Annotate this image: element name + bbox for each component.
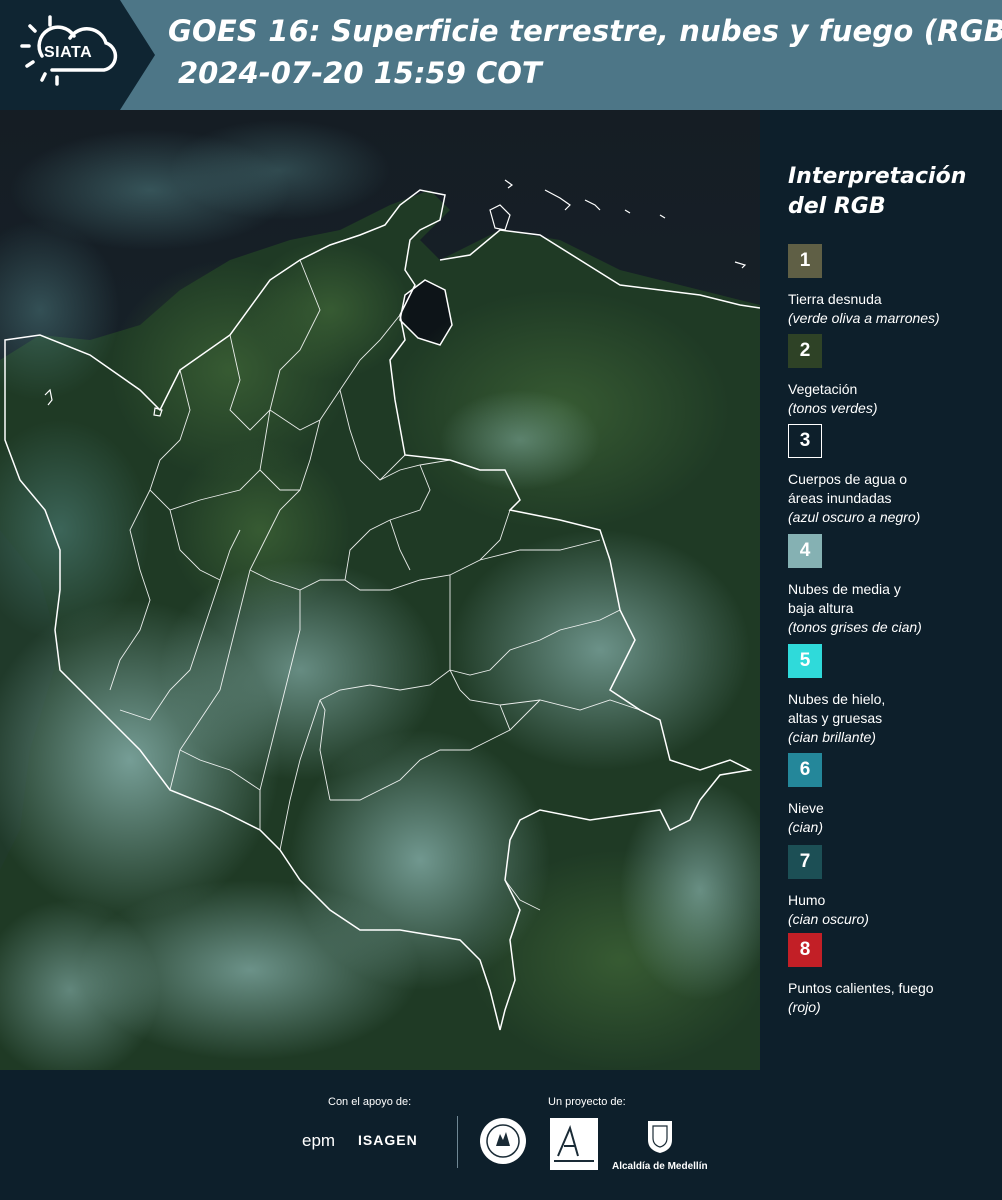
legend-item-name: Puntos calientes, fuego (788, 980, 934, 996)
siata-logo-text: SIATA (44, 44, 93, 61)
footer-divider (457, 1116, 458, 1168)
satellite-map (0, 110, 760, 1070)
page-title: GOES 16: Superficie terrestre, nubes y f… (168, 14, 1002, 48)
legend-item-name: Cuerpos de agua o áreas inundadas (788, 471, 908, 506)
legend-item-name: Humo (788, 892, 826, 908)
cloud (450, 530, 750, 770)
legend-item-8: 8 Puntos calientes, fuego (rojo) (788, 933, 998, 1017)
legend-swatch: 2 (788, 334, 822, 368)
legend-item-desc: (cian) (788, 819, 824, 835)
legend-item-name: Tierra desnuda (788, 291, 882, 307)
isagen-logo: ISAGEN (358, 1132, 418, 1148)
legend-title-line1: Interpretación (788, 164, 967, 189)
legend-item-5: 5 Nubes de hielo, altas y gruesas (cian … (788, 644, 998, 747)
vegetation-patch (250, 240, 410, 380)
legend-title-line2: del RGB (788, 194, 886, 219)
alcaldia-shield-icon (647, 1121, 672, 1153)
support-label: Con el apoyo de: (328, 1096, 412, 1108)
project-label: Un proyecto de: (548, 1096, 626, 1108)
legend-item-desc: (tonos grises de cian) (788, 619, 922, 635)
legend-swatch: 3 (788, 424, 822, 458)
legend-item-desc: (rojo) (788, 999, 821, 1015)
legend-swatch: 5 (788, 644, 822, 678)
satellite-image (0, 110, 760, 1070)
siata-logo: SIATA (0, 0, 155, 110)
legend-item-6: 6 Nieve (cian) (788, 753, 998, 837)
legend-item-desc: (verde oliva a marrones) (788, 310, 940, 326)
footer: Con el apoyo de: Un proyecto de: epm ISA… (0, 1070, 1002, 1200)
header-bar: SIATA GOES 16: Superficie terrestre, nub… (0, 0, 1002, 110)
legend-item-desc: (cian brillante) (788, 729, 876, 745)
area-metropolitana-logo (550, 1118, 598, 1170)
legend-swatch: 7 (788, 845, 822, 879)
epm-logo: epm (302, 1131, 336, 1150)
legend-item-2: 2 Vegetación (tonos verdes) (788, 334, 998, 418)
legend-swatch: 4 (788, 534, 822, 568)
legend-item-4: 4 Nubes de media y baja altura (tonos gr… (788, 534, 998, 637)
legend-item-1: 1 Tierra desnuda (verde oliva a marrones… (788, 244, 998, 328)
area-logo-icon (554, 1125, 594, 1162)
legend-item-desc: (cian oscuro) (788, 911, 869, 927)
cloud (440, 390, 600, 490)
legend-item-7: 7 Humo (cian oscuro) (788, 845, 998, 929)
emblem-icon (480, 1118, 526, 1164)
legend-item-name: Nieve (788, 800, 824, 816)
legend-swatch: 6 (788, 753, 822, 787)
legend-item-name: Nubes de hielo, altas y gruesas (788, 691, 886, 726)
legend-item-name: Nubes de media y baja altura (788, 581, 901, 616)
alcaldia-logo: Alcaldía de Medellín (612, 1118, 708, 1172)
alcaldia-label: Alcaldía de Medellín (612, 1161, 708, 1172)
legend-item-3: 3 Cuerpos de agua o áreas inundadas (azu… (788, 424, 998, 527)
cloud (170, 120, 390, 220)
legend-item-name: Vegetación (788, 381, 858, 397)
legend-title: Interpretación del RGB (788, 162, 988, 222)
legend-swatch: 8 (788, 933, 822, 967)
legend-item-desc: (tonos verdes) (788, 400, 878, 416)
legend-panel: Interpretación del RGB 1 Tierra desnuda … (772, 110, 1002, 1070)
legend-item-desc: (azul oscuro a negro) (788, 509, 921, 525)
page-datetime: 2024-07-20 15:59 COT (178, 56, 542, 90)
legend-swatch: 1 (788, 244, 822, 278)
